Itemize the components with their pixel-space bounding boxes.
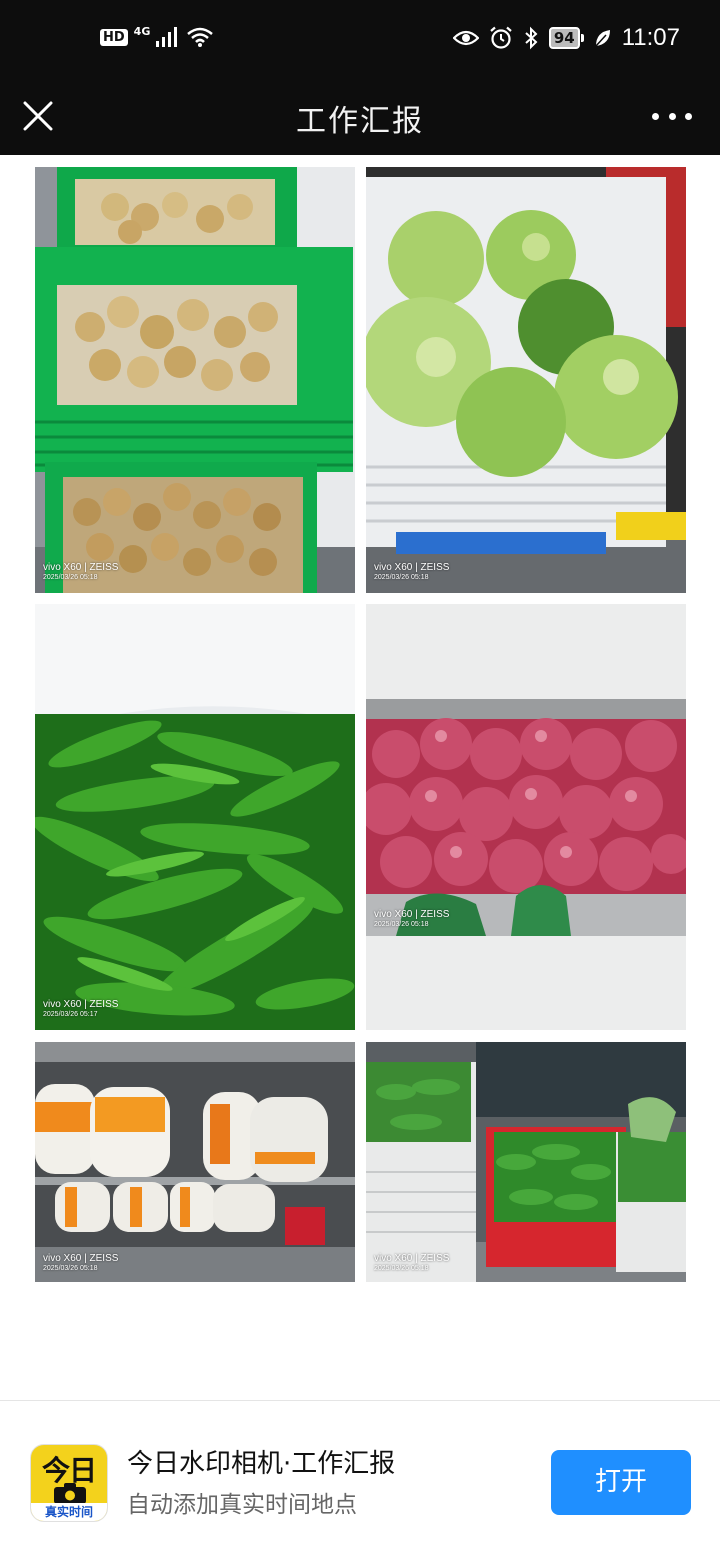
status-bar: HD 4G 94 11:07: [0, 0, 720, 80]
battery-level: 94: [548, 27, 580, 49]
photo-onions-image: [366, 604, 686, 1030]
photo-radishes-image: [35, 1042, 355, 1282]
wifi-icon: [187, 27, 214, 47]
photo-watermark: vivo X60 | ZEISS 2025/03/26 05:18: [374, 909, 450, 928]
watermark-date: 2025/03/26 05:18: [374, 920, 429, 928]
title-bar: 工作汇报: [0, 80, 720, 155]
app-icon-bottom-text: 真实时间: [31, 1503, 107, 1521]
app-promo-banner: 今日 真实时间 今日水印相机·工作汇报 自动添加真实时间地点 打开: [0, 1401, 720, 1560]
more-button[interactable]: [652, 104, 692, 128]
photo-greens[interactable]: vivo X60 | ZEISS 2025/03/26 05:18: [366, 1042, 686, 1282]
watermark-brand: vivo X60 | ZEISS: [374, 1253, 450, 1264]
bluetooth-icon: [525, 26, 538, 50]
leaf-icon: [595, 30, 610, 47]
app-name: 今日水印相机·工作汇报: [127, 1449, 396, 1479]
photo-radishes[interactable]: vivo X60 | ZEISS 2025/03/26 05:18: [35, 1042, 355, 1282]
hd-badge: HD: [100, 28, 128, 46]
page-title: 工作汇报: [296, 104, 424, 139]
photo-watermark: vivo X60 | ZEISS 2025/03/26 05:18: [374, 562, 450, 581]
watermark-brand: vivo X60 | ZEISS: [43, 562, 119, 573]
photo-peppers-image: [35, 604, 355, 1030]
status-right: 94 11:07: [452, 24, 680, 52]
photo-potatoes-image: [35, 167, 355, 593]
photo-onions[interactable]: vivo X60 | ZEISS 2025/03/26 05:18: [366, 604, 686, 1030]
battery-icon: 94: [548, 27, 584, 49]
photo-cabbages[interactable]: vivo X60 | ZEISS 2025/03/26 05:18: [366, 167, 686, 593]
alarm-icon: [490, 26, 512, 49]
open-app-button[interactable]: 打开: [551, 1450, 691, 1515]
watermark-date: 2025/03/26 05:18: [43, 1264, 98, 1272]
photo-potatoes[interactable]: vivo X60 | ZEISS 2025/03/26 05:18: [35, 167, 355, 593]
more-icon-dot: [668, 112, 676, 120]
watermark-date: 2025/03/26 05:18: [374, 573, 429, 581]
watermark-date: 2025/03/26 05:18: [43, 573, 98, 581]
watermark-brand: vivo X60 | ZEISS: [43, 1253, 119, 1264]
status-left: HD 4G: [100, 26, 214, 48]
photo-watermark: vivo X60 | ZEISS 2025/03/26 05:18: [43, 562, 119, 581]
more-icon-dot: [685, 112, 692, 120]
photo-peppers[interactable]: vivo X60 | ZEISS 2025/03/26 05:17: [35, 604, 355, 1030]
photo-greens-image: [366, 1042, 686, 1282]
watermark-date: 2025/03/26 05:18: [374, 1264, 429, 1272]
watermark-date: 2025/03/26 05:17: [43, 1010, 98, 1018]
photo-watermark: vivo X60 | ZEISS 2025/03/26 05:17: [43, 999, 119, 1018]
photo-watermark: vivo X60 | ZEISS 2025/03/26 05:18: [43, 1253, 119, 1272]
photo-cabbages-image: [366, 167, 686, 593]
watermark-brand: vivo X60 | ZEISS: [374, 562, 450, 573]
network-type: 4G: [133, 24, 151, 38]
signal-icon: [156, 27, 178, 47]
clock: 11:07: [621, 24, 680, 51]
camera-icon: [54, 1483, 86, 1504]
watermark-brand: vivo X60 | ZEISS: [374, 909, 450, 920]
watermark-brand: vivo X60 | ZEISS: [43, 999, 119, 1010]
eye-icon: [452, 30, 479, 46]
app-description: 自动添加真实时间地点: [127, 1492, 357, 1518]
app-icon[interactable]: 今日 真实时间: [30, 1444, 108, 1522]
more-icon-dot: [652, 112, 659, 120]
photo-watermark: vivo X60 | ZEISS 2025/03/26 05:18: [374, 1253, 450, 1272]
